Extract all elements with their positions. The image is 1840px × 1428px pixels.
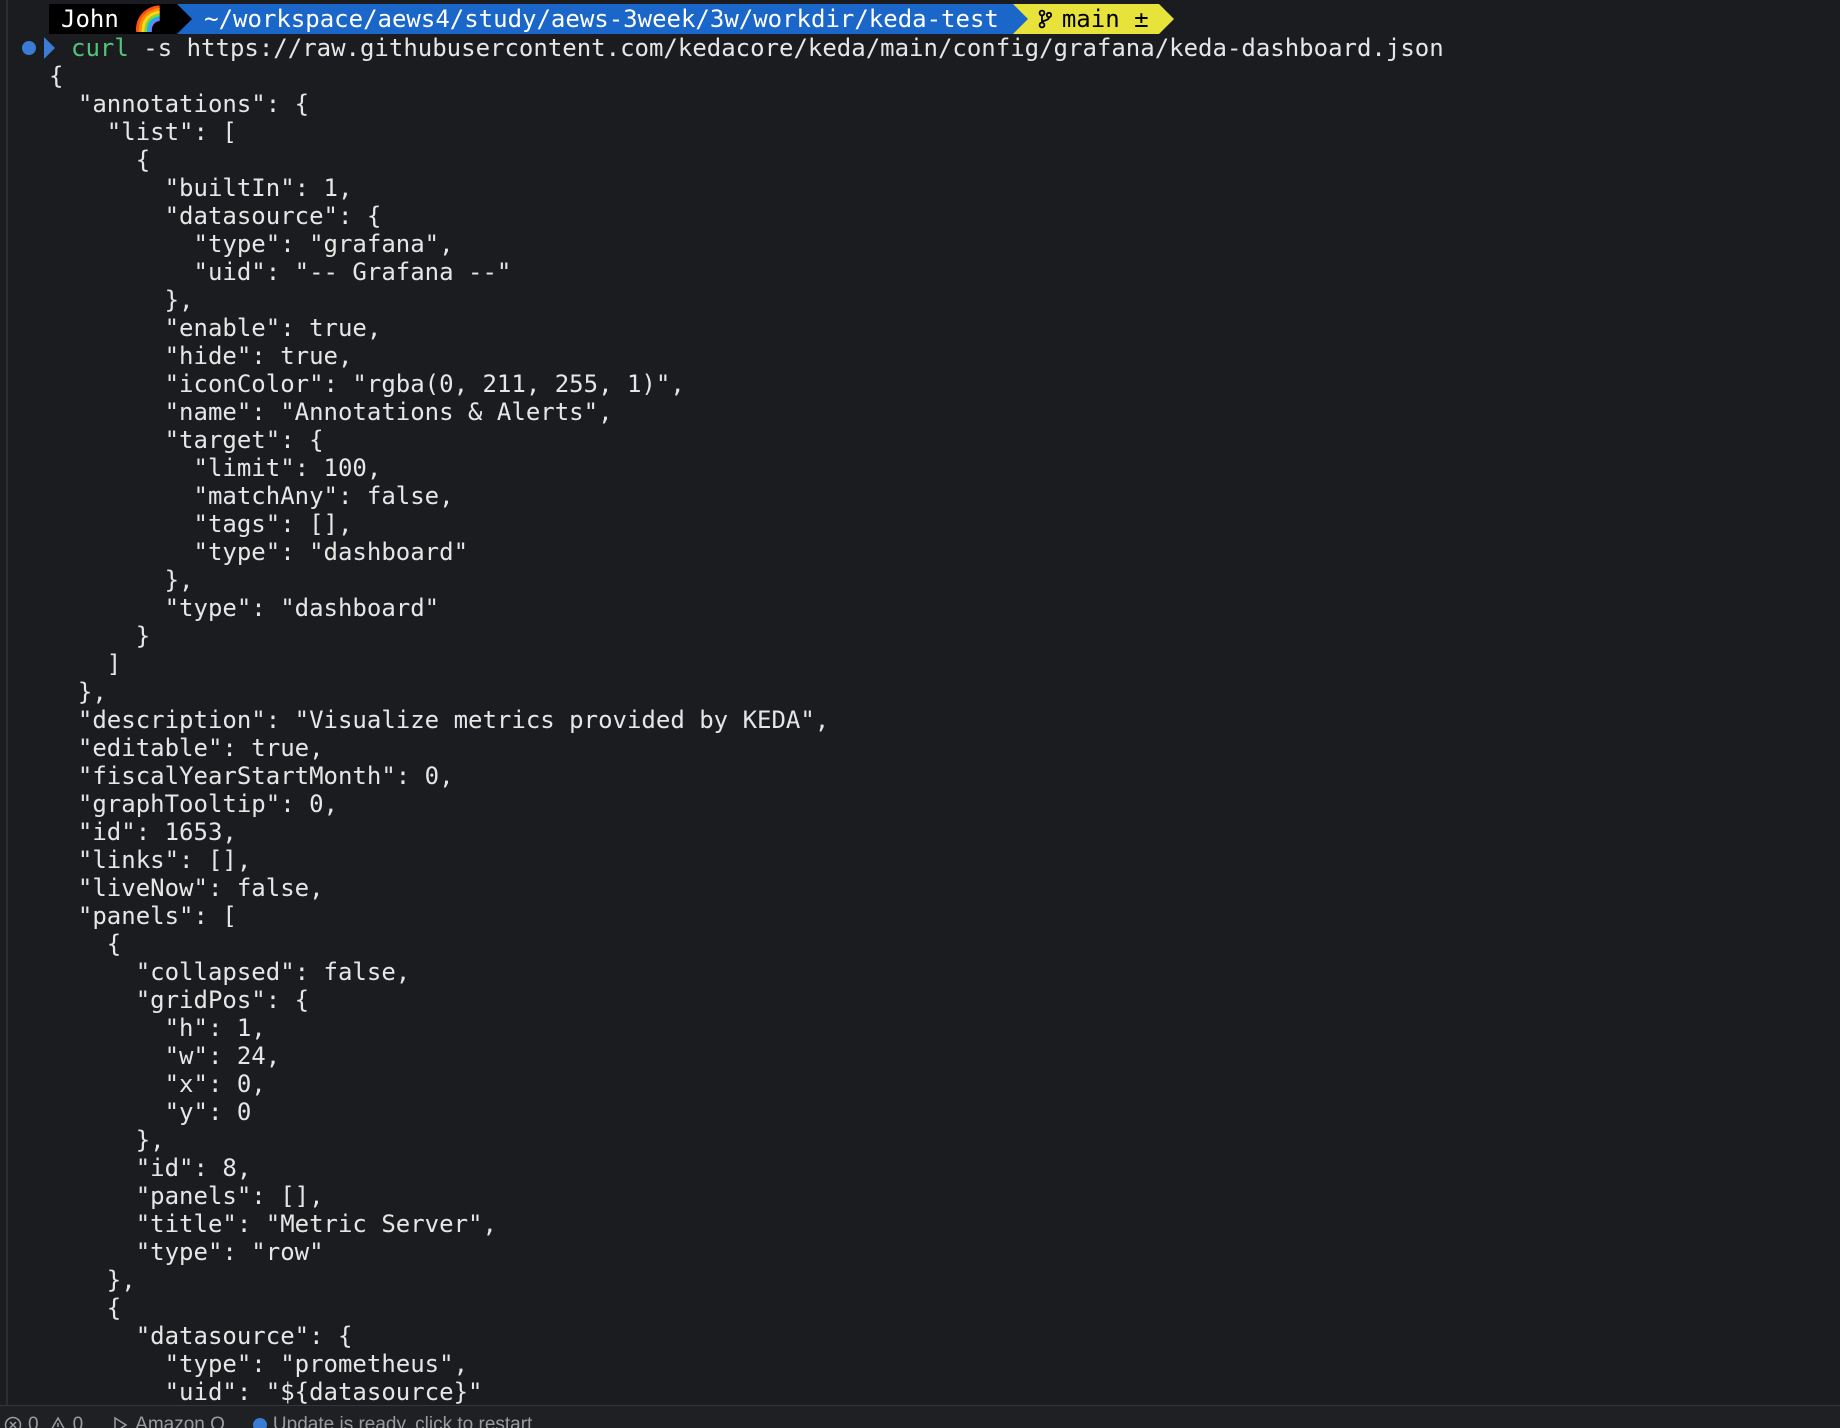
output-line: "type": "grafana", — [49, 230, 454, 258]
output-line: "type": "row" — [49, 1238, 324, 1266]
command-name: curl — [71, 34, 129, 62]
output-line: "y": 0 — [49, 1098, 252, 1126]
output-line: "limit": 100, — [49, 454, 382, 482]
output-line: { — [49, 146, 151, 174]
error-icon — [4, 1416, 22, 1428]
prompt-separator-icon — [1158, 4, 1174, 34]
prompt-separator-icon — [1012, 4, 1028, 34]
shell-prompt: John 🌈 ~/workspace/aews4/study/aews-3wee… — [49, 4, 1174, 34]
warning-icon — [51, 1416, 65, 1428]
prompt-user: John — [61, 5, 119, 33]
output-line: }, — [49, 286, 194, 314]
output-line: "panels": [ — [49, 902, 237, 930]
prompt-chevron-icon — [44, 37, 55, 59]
amazon-q-status[interactable]: Amazon Q — [111, 1414, 225, 1428]
output-line: "target": { — [49, 426, 324, 454]
output-line: }, — [49, 1266, 136, 1294]
output-line: "collapsed": false, — [49, 958, 411, 986]
output-line: }, — [49, 678, 107, 706]
output-line: "annotations": { — [49, 90, 310, 118]
prompt-git-branch: main ± — [1061, 5, 1149, 33]
output-line: "w": 24, — [49, 1042, 281, 1070]
output-line: { — [49, 1294, 122, 1322]
status-bar: 0 0 Amazon Q Update is ready, click to r… — [0, 1405, 1840, 1428]
warning-count: 0 — [72, 1414, 84, 1428]
prompt-git-segment: main ± — [1027, 4, 1159, 34]
output-line: "uid": "-- Grafana --" — [49, 258, 512, 286]
output-line: "type": "dashboard" — [49, 594, 440, 622]
output-line: "builtIn": 1, — [49, 174, 353, 202]
output-line: "list": [ — [49, 118, 237, 146]
output-line: "links": [], — [49, 846, 252, 874]
output-line: "panels": [], — [49, 1182, 324, 1210]
update-dot-icon — [252, 1418, 267, 1428]
output-line: }, — [49, 566, 194, 594]
output-line: ] — [49, 650, 122, 678]
output-line: "gridPos": { — [49, 986, 310, 1014]
update-notification[interactable]: Update is ready, click to restart — [252, 1414, 533, 1428]
command-line: curl -s https://raw.githubusercontent.co… — [22, 34, 1444, 62]
amazon-q-label: Amazon Q — [135, 1414, 225, 1428]
output-line: "name": "Annotations & Alerts", — [49, 398, 613, 426]
output-line: }, — [49, 1126, 165, 1154]
output-line: "type": "prometheus", — [49, 1350, 469, 1378]
output-line: "uid": "${datasource}" — [49, 1378, 483, 1406]
output-line: "graphTooltip": 0, — [49, 790, 338, 818]
output-line: "iconColor": "rgba(0, 211, 255, 1)", — [49, 370, 685, 398]
output-line: "hide": true, — [49, 342, 353, 370]
output-line: "type": "dashboard" — [49, 538, 469, 566]
output-line: "description": "Visualize metrics provid… — [49, 706, 830, 734]
output-line: { — [49, 930, 122, 958]
output-line: "datasource": { — [49, 1322, 353, 1350]
output-line: "matchAny": false, — [49, 482, 454, 510]
prompt-path: ~/workspace/aews4/study/aews-3week/3w/wo… — [192, 4, 1013, 34]
output-line: "title": "Metric Server", — [49, 1210, 497, 1238]
output-line: } — [49, 622, 151, 650]
output-line: "editable": true, — [49, 734, 324, 762]
output-line: "tags": [], — [49, 510, 353, 538]
prompt-separator-icon — [177, 4, 193, 34]
update-label: Update is ready, click to restart — [272, 1414, 533, 1428]
terminal-left-border — [6, 0, 8, 1405]
play-icon — [114, 1416, 128, 1428]
output-line: "x": 0, — [49, 1070, 266, 1098]
output-line: "enable": true, — [49, 314, 382, 342]
output-line: "liveNow": false, — [49, 874, 324, 902]
output-line: "id": 1653, — [49, 818, 237, 846]
error-count: 0 — [28, 1414, 39, 1428]
output-line: "id": 8, — [49, 1154, 252, 1182]
prompt-user-segment: John 🌈 — [49, 4, 178, 34]
terminal-panel[interactable]: John 🌈 ~/workspace/aews4/study/aews-3wee… — [0, 0, 1840, 1406]
command-status-dot-icon[interactable] — [22, 41, 36, 55]
git-branch-icon — [1038, 9, 1052, 29]
command-output: { "annotations": { "list": [ { "builtIn"… — [49, 62, 829, 1406]
output-line: "h": 1, — [49, 1014, 266, 1042]
output-line: { — [49, 62, 64, 90]
problems-warnings[interactable]: 0 — [49, 1414, 84, 1428]
command-args: -s https://raw.githubusercontent.com/ked… — [128, 34, 1444, 62]
problems-errors[interactable]: 0 — [4, 1414, 39, 1428]
rainbow-icon: 🌈 — [133, 5, 164, 33]
output-line: "fiscalYearStartMonth": 0, — [49, 762, 454, 790]
output-line: "datasource": { — [49, 202, 382, 230]
